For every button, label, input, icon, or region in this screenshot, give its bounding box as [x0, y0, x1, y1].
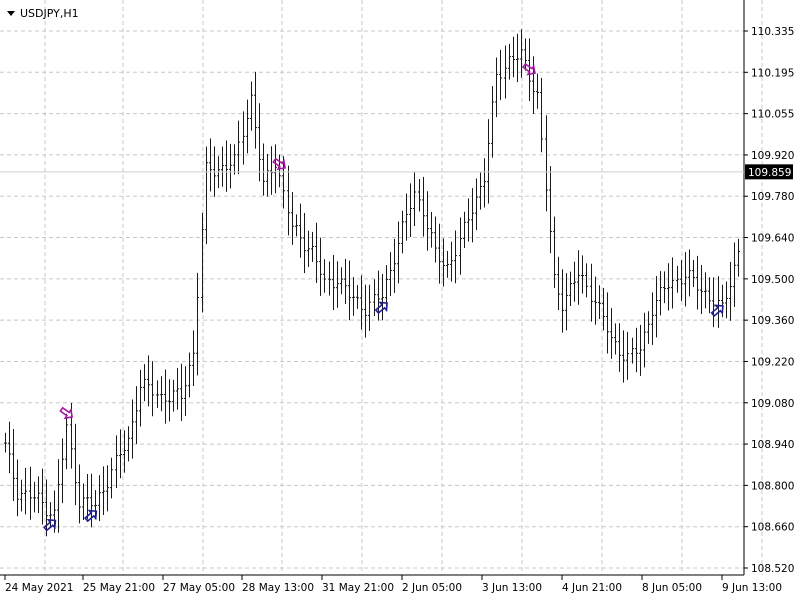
chart-background [0, 0, 800, 600]
time-tick-label: 27 May 05:00 [163, 582, 235, 594]
time-tick-label: 3 Jun 13:00 [482, 582, 542, 594]
price-tick-label: 109.500 [751, 274, 794, 286]
price-tick-label: 108.660 [751, 522, 794, 534]
price-tick-label: 109.780 [751, 191, 794, 203]
price-tick-label: 108.940 [751, 439, 794, 451]
time-tick-label: 25 May 21:00 [83, 582, 155, 594]
price-tick-label: 109.080 [751, 398, 794, 410]
time-tick-label: 24 May 2021 [5, 582, 73, 594]
time-tick-label: 28 May 13:00 [242, 582, 314, 594]
price-tick-label: 110.335 [751, 26, 794, 38]
price-tick-label: 108.520 [751, 563, 794, 575]
time-tick-label: 9 Jun 13:00 [722, 582, 782, 594]
time-tick-label: 8 Jun 05:00 [642, 582, 702, 594]
symbol-title: USDJPY,H1 [20, 7, 79, 20]
price-tick-label: 110.055 [751, 109, 794, 121]
time-tick-label: 4 Jun 21:00 [562, 582, 622, 594]
time-tick-label: 31 May 21:00 [322, 582, 394, 594]
price-tick-label: 109.360 [751, 315, 794, 327]
price-chart[interactable]: 110.335 110.195 110.055 109.920 109.780 109.6… [0, 0, 800, 600]
price-tick-label: 110.195 [751, 67, 794, 79]
price-tick-label: 109.640 [751, 233, 794, 245]
price-tick-label: 109.920 [751, 150, 794, 162]
time-tick-label: 2 Jun 05:00 [402, 582, 462, 594]
current-price-label: 109.859 [748, 167, 791, 179]
price-tick-label: 108.800 [751, 480, 794, 492]
price-tick-label: 109.220 [751, 356, 794, 368]
